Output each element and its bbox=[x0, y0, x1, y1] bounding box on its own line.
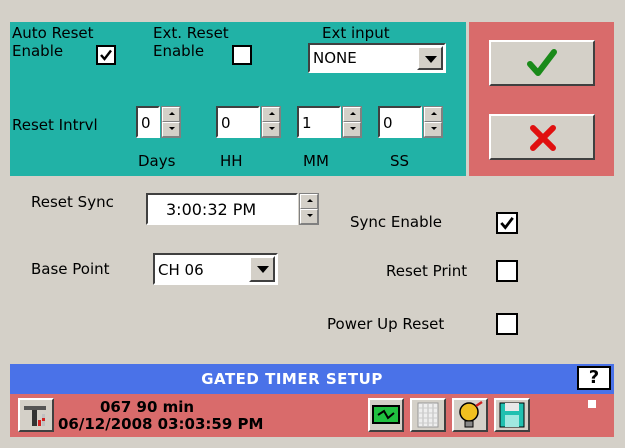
status-datetime: 06/12/2008 03:03:59 PM bbox=[58, 415, 264, 433]
days-value: 0 bbox=[141, 114, 151, 132]
alarm-bulb-icon bbox=[459, 400, 483, 428]
action-panel bbox=[469, 22, 614, 176]
sync-enable-checkbox[interactable] bbox=[496, 212, 518, 234]
reset-sync-up-button[interactable] bbox=[300, 194, 318, 209]
arrow-up-icon bbox=[169, 112, 175, 115]
arrow-down-icon bbox=[169, 127, 175, 130]
status-line-1: 067 90 min bbox=[100, 398, 195, 416]
arrow-up-icon bbox=[307, 199, 313, 202]
checkmark-icon bbox=[500, 217, 514, 230]
days-label: Days bbox=[138, 152, 176, 170]
arrow-up-icon bbox=[350, 112, 356, 115]
ext-reset-label: Ext. Reset bbox=[153, 24, 229, 42]
page-title: GATED TIMER SETUP bbox=[201, 370, 383, 388]
base-point-dropdown[interactable]: CH 06 bbox=[153, 253, 278, 285]
save-disk-icon bbox=[499, 402, 525, 428]
ss-up-button[interactable] bbox=[424, 107, 442, 122]
reset-print-label: Reset Print bbox=[386, 262, 468, 280]
ext-reset-enable-label: Enable bbox=[153, 42, 205, 60]
title-bar: GATED TIMER SETUP ? bbox=[10, 364, 614, 394]
help-icon: ? bbox=[588, 367, 600, 388]
reset-sync-spinner[interactable] bbox=[299, 193, 319, 225]
hh-down-button[interactable] bbox=[262, 122, 280, 137]
base-point-dropdown-button[interactable] bbox=[249, 256, 275, 282]
ss-spinner[interactable] bbox=[423, 106, 443, 138]
red-x-icon bbox=[530, 125, 556, 151]
ss-input[interactable]: 0 bbox=[378, 106, 422, 138]
checkmark-icon bbox=[100, 49, 112, 61]
reset-sync-time-input[interactable]: 3:00:32 PM bbox=[146, 193, 298, 225]
reset-interval-label: Reset Intrvl bbox=[12, 116, 98, 134]
mm-down-button[interactable] bbox=[343, 122, 361, 137]
ext-input-dropdown[interactable]: NONE bbox=[308, 43, 446, 73]
arrow-down-icon bbox=[350, 127, 356, 130]
green-checkmark-icon bbox=[527, 49, 557, 76]
reset-panel: Auto Reset Enable Ext. Reset Enable Ext … bbox=[10, 22, 466, 176]
help-button[interactable]: ? bbox=[577, 366, 611, 390]
mm-input[interactable]: 1 bbox=[297, 106, 341, 138]
hh-value: 0 bbox=[221, 114, 231, 132]
reset-sync-time-value: 3:00:32 PM bbox=[166, 200, 257, 219]
arrow-down-icon bbox=[431, 127, 437, 130]
days-spinner[interactable] bbox=[161, 106, 181, 138]
ext-reset-checkbox[interactable] bbox=[232, 45, 252, 65]
days-down-button[interactable] bbox=[162, 122, 180, 137]
ext-input-value: NONE bbox=[313, 49, 357, 67]
arrow-up-icon bbox=[431, 112, 437, 115]
switch-button[interactable] bbox=[368, 398, 404, 432]
save-button[interactable] bbox=[494, 398, 530, 432]
switch-icon bbox=[372, 405, 400, 424]
alarm-button[interactable] bbox=[452, 398, 488, 432]
indicator-light bbox=[588, 400, 596, 408]
mm-spinner[interactable] bbox=[342, 106, 362, 138]
ok-button[interactable] bbox=[489, 40, 595, 86]
ext-input-label: Ext input bbox=[322, 24, 390, 42]
chevron-down-icon bbox=[257, 266, 269, 273]
ext-input-dropdown-button[interactable] bbox=[417, 46, 443, 70]
hh-up-button[interactable] bbox=[262, 107, 280, 122]
hh-input[interactable]: 0 bbox=[216, 106, 260, 138]
hh-label: HH bbox=[220, 152, 243, 170]
hh-spinner[interactable] bbox=[261, 106, 281, 138]
status-bar: 067 90 min 06/12/2008 03:03:59 PM bbox=[10, 394, 614, 437]
sync-enable-label: Sync Enable bbox=[350, 213, 443, 231]
arrow-down-icon bbox=[307, 214, 313, 217]
arrow-up-icon bbox=[269, 112, 275, 115]
reset-sync-label: Reset Sync bbox=[31, 193, 114, 211]
days-up-button[interactable] bbox=[162, 107, 180, 122]
ss-down-button[interactable] bbox=[424, 122, 442, 137]
ss-value: 0 bbox=[383, 114, 393, 132]
log-pages-button[interactable] bbox=[410, 398, 446, 432]
mm-up-button[interactable] bbox=[343, 107, 361, 122]
power-up-reset-checkbox[interactable] bbox=[496, 313, 518, 335]
mm-label: MM bbox=[303, 152, 329, 170]
base-point-value: CH 06 bbox=[158, 261, 204, 279]
auto-reset-enable-label: Enable bbox=[12, 42, 64, 60]
cancel-button[interactable] bbox=[489, 114, 595, 160]
chevron-down-icon bbox=[425, 56, 437, 63]
auto-reset-checkbox[interactable] bbox=[96, 45, 116, 65]
days-input[interactable]: 0 bbox=[136, 106, 160, 138]
base-point-label: Base Point bbox=[31, 260, 110, 278]
log-pages-icon bbox=[417, 402, 439, 428]
tools-icon bbox=[24, 406, 46, 426]
power-up-reset-label: Power Up Reset bbox=[327, 315, 445, 333]
tools-button[interactable] bbox=[18, 398, 54, 432]
reset-sync-down-button[interactable] bbox=[300, 209, 318, 224]
ss-label: SS bbox=[390, 152, 410, 170]
reset-print-checkbox[interactable] bbox=[496, 260, 518, 282]
auto-reset-label: Auto Reset bbox=[12, 24, 94, 42]
mm-value: 1 bbox=[302, 114, 312, 132]
arrow-down-icon bbox=[269, 127, 275, 130]
